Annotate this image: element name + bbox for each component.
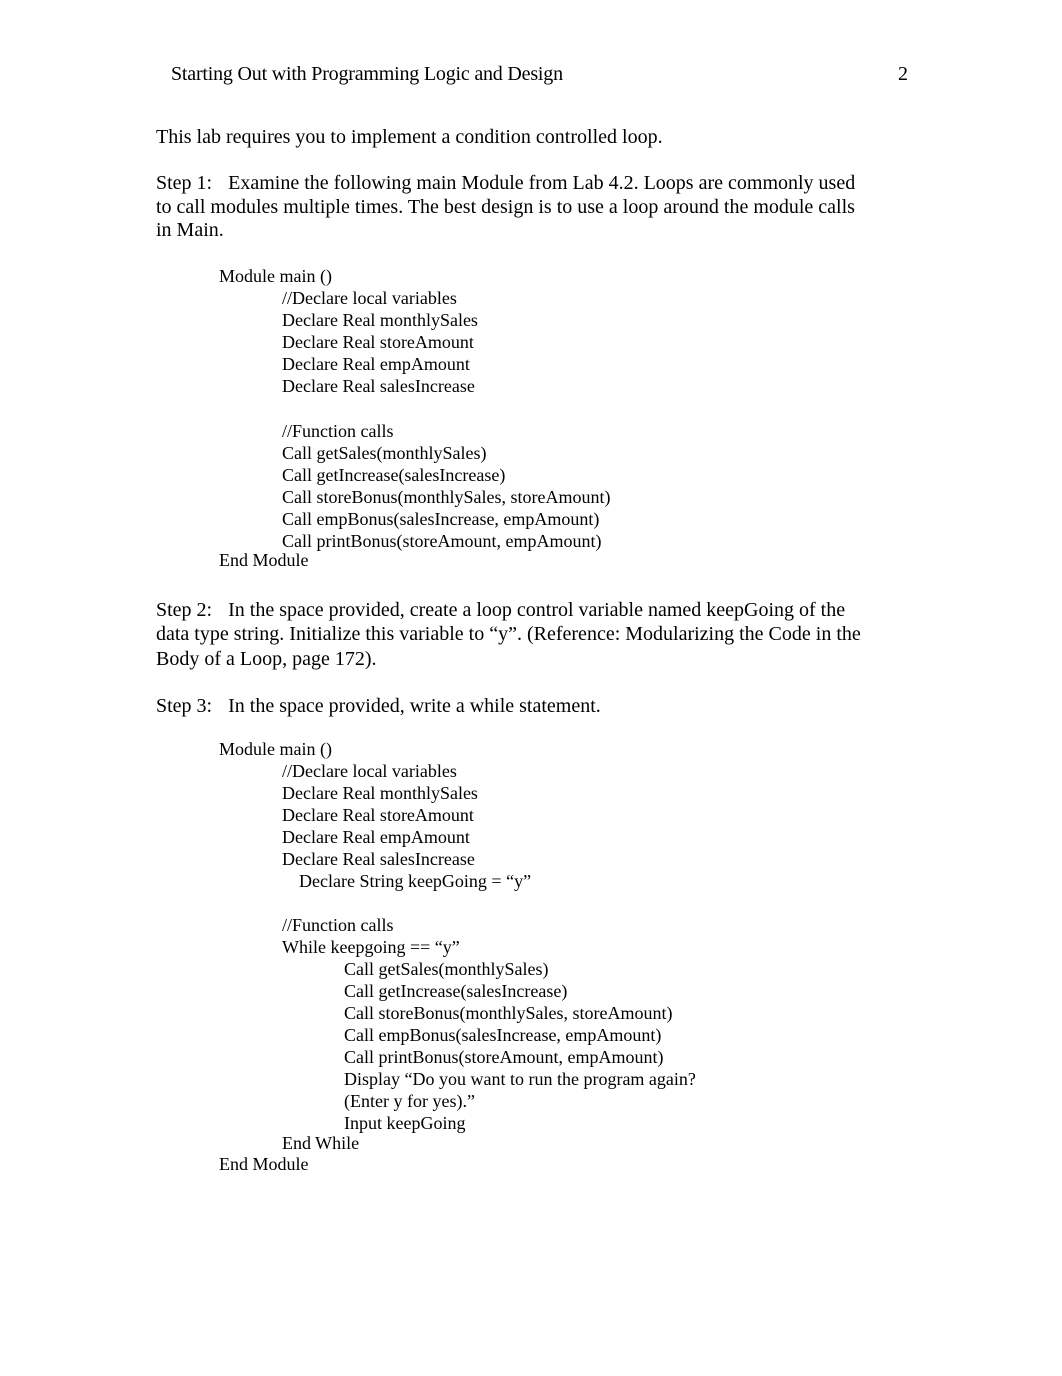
code1-call: Call getSales(monthlySales): [282, 443, 487, 463]
code2-keepgoing-block: Declare String keepGoing = “y”: [299, 870, 531, 892]
step1-label: Step 1:: [156, 172, 213, 194]
code1-declaration: Declare Real empAmount: [282, 354, 470, 374]
code2-keepgoing-declaration: Declare String keepGoing = “y”: [299, 871, 532, 891]
code2-module-end: End Module: [219, 1154, 309, 1174]
running-header-title: Starting Out with Programming Logic and …: [171, 63, 563, 85]
code2-declaration: Declare Real empAmount: [282, 827, 470, 847]
intro-paragraph: This lab requires you to implement a con…: [156, 125, 916, 149]
code2-declaration: Declare Real storeAmount: [282, 805, 474, 825]
code-block-solution: Module main (): [219, 738, 332, 760]
code2-declarations-block: //Declare local variables Declare Real m…: [282, 760, 478, 870]
code2-loop-statement: Call printBonus(storeAmount, empAmount): [344, 1047, 664, 1067]
code-block-original: Module main (): [219, 265, 332, 287]
code2-while-start: While keepgoing == “y”: [282, 937, 460, 957]
code1-declare-comment: //Declare local variables: [282, 288, 457, 308]
step2-line-1: Step 2: In the space provided, create a l…: [156, 598, 916, 622]
code1-call: Call getIncrease(salesIncrease): [282, 465, 506, 485]
document-page: Starting Out with Programming Logic and …: [0, 0, 1062, 1376]
page-number: 2: [898, 63, 908, 85]
code2-calls-comment: //Function calls: [282, 915, 394, 935]
code2-module-start: Module main (): [219, 739, 332, 759]
code2-loop-body: Call getSales(monthlySales) Call getIncr…: [344, 958, 696, 1134]
step1-line-1: Step 1: Examine the following main Module…: [156, 171, 916, 195]
step3-label: Step 3:: [156, 695, 213, 717]
code2-declaration: Declare Real monthlySales: [282, 783, 478, 803]
step1-text-1: Examine the following main Module from L…: [228, 172, 856, 194]
step3-text: In the space provided, write a while sta…: [228, 695, 601, 717]
code1-declaration: Declare Real monthlySales: [282, 310, 478, 330]
step2-line-2: data type string. Initialize this variab…: [156, 623, 861, 645]
step2-label: Step 2:: [156, 599, 213, 621]
code2-loop-statement: Input keepGoing: [344, 1113, 466, 1133]
step3-paragraph: Step 3: In the space provided, write a wh…: [156, 694, 916, 718]
code2-while-end: End While: [282, 1133, 360, 1153]
step3-line: Step 3: In the space provided, write a wh…: [156, 694, 916, 718]
code2-loop-statement: Call getSales(monthlySales): [344, 959, 549, 979]
step2-line-3: Body of a Loop, page 172).: [156, 648, 377, 670]
code2-loop-statement: Call empBonus(salesIncrease, empAmount): [344, 1025, 662, 1045]
step2-text-1: In the space provided, create a loop con…: [228, 599, 846, 621]
intro-text: This lab requires you to implement a con…: [156, 126, 663, 148]
code2-loop-statement: Call storeBonus(monthlySales, storeAmoun…: [344, 1003, 673, 1023]
step2-paragraph: Step 2: In the space provided, create a l…: [156, 598, 916, 671]
code2-declaration: Declare Real salesIncrease: [282, 849, 475, 869]
step1-line-2: to call modules multiple times. The best…: [156, 196, 855, 218]
code2-end-block: End Module: [219, 1153, 309, 1175]
code1-declaration: Declare Real storeAmount: [282, 332, 474, 352]
code1-calls-comment: //Function calls: [282, 421, 394, 441]
code1-declaration: Declare Real salesIncrease: [282, 376, 475, 396]
code2-declare-comment: //Declare local variables: [282, 761, 457, 781]
code2-loop-statement: Call getIncrease(salesIncrease): [344, 981, 568, 1001]
code1-end-block: End Module: [219, 549, 309, 571]
code2-while-end-block: End While: [282, 1132, 359, 1154]
step1-line-3: in Main.: [156, 219, 224, 241]
code2-calls-block: //Function calls While keepgoing == “y”: [282, 914, 460, 958]
code1-call: Call storeBonus(monthlySales, storeAmoun…: [282, 487, 611, 507]
code2-loop-statement: (Enter y for yes).”: [344, 1091, 475, 1111]
code2-loop-statement: Display “Do you want to run the program …: [344, 1069, 696, 1089]
code1-declarations-block: //Declare local variables Declare Real m…: [282, 287, 478, 397]
code1-call: Call empBonus(salesIncrease, empAmount): [282, 509, 600, 529]
code1-module-start: Module main (): [219, 266, 332, 286]
step1-paragraph: Step 1: Examine the following main Module…: [156, 171, 916, 242]
code1-module-end: End Module: [219, 550, 309, 570]
code1-calls-block: //Function calls Call getSales(monthlySa…: [282, 420, 610, 552]
code1-call: Call printBonus(storeAmount, empAmount): [282, 531, 602, 551]
